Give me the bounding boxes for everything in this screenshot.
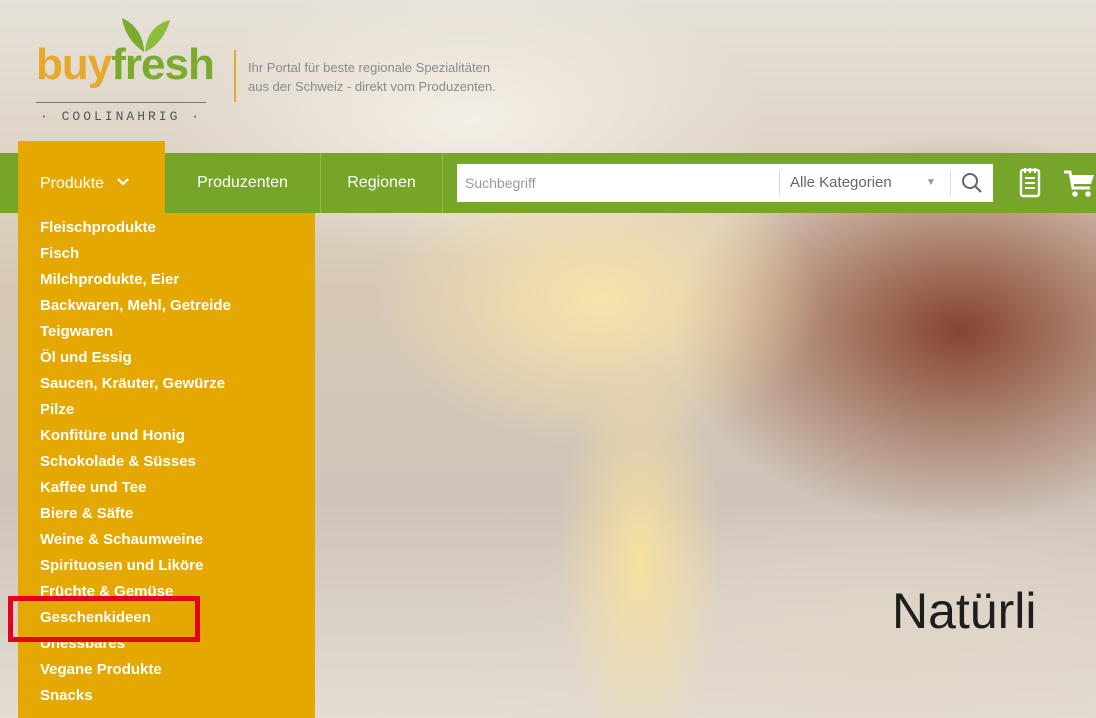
search-input[interactable] [457,164,779,202]
logo-buy: buy [36,40,112,89]
search-bar: Alle Kategorien ▼ [457,164,993,202]
logo[interactable]: buyfresh · COOLINAHRIG · [36,14,226,132]
search-divider [950,170,951,196]
produkte-dropdown: Fleischprodukte Fisch Milchprodukte, Eier B… [18,213,315,718]
nav-produkte[interactable]: Produkte [18,141,165,213]
logo-fresh: fresh [111,40,215,89]
tagline-line-1: Ihr Portal für beste regionale Spezialit… [248,60,491,75]
category-item[interactable]: Backwaren, Mehl, Getreide [40,297,231,323]
tagline-line-2: aus der Schweiz - direkt vom Produzenten… [248,79,496,94]
category-item[interactable]: Teigwaren [40,323,231,349]
chevron-down-icon [116,175,129,189]
category-select[interactable]: Alle Kategorien [790,164,892,202]
tagline: Ihr Portal für beste regionale Spezialit… [248,58,496,96]
hero-headline: Natürli [892,583,1037,639]
notepad-icon[interactable] [1016,167,1044,199]
nav-regionen[interactable]: Regionen [321,153,442,213]
category-item[interactable]: Saucen, Kräuter, Gewürze [40,375,231,401]
category-item[interactable]: Weine & Schaumweine [40,531,231,557]
category-item[interactable]: Fisch [40,245,231,271]
cart-icon[interactable] [1062,166,1096,200]
category-item[interactable]: Snacks [40,687,231,713]
search-divider [779,170,780,196]
logo-divider [234,50,236,102]
category-item[interactable]: Milchprodukte, Eier [40,271,231,297]
caret-down-icon[interactable]: ▼ [926,164,936,202]
search-icon [962,173,982,193]
nav-produzenten[interactable]: Produzenten [165,153,320,213]
category-item[interactable]: Vegane Produkte [40,661,231,687]
category-item[interactable]: Fleischprodukte [40,219,231,245]
logo-wordmark: buyfresh [36,40,215,90]
nav-divider [442,153,443,213]
category-item[interactable]: Spirituosen und Liköre [40,557,231,583]
category-item[interactable]: Öl und Essig [40,349,231,375]
search-button[interactable] [952,164,993,202]
category-item[interactable]: Schokolade & Süsses [40,453,231,479]
category-item[interactable]: Biere & Säfte [40,505,231,531]
category-item[interactable]: Kaffee und Tee [40,479,231,505]
nav-produkte-label: Produkte [40,175,105,192]
category-item[interactable]: Konfitüre und Honig [40,427,231,453]
category-item[interactable]: Pilze [40,401,231,427]
highlight-annotation [8,596,200,642]
logo-subtitle: · COOLINAHRIG · [36,102,206,124]
